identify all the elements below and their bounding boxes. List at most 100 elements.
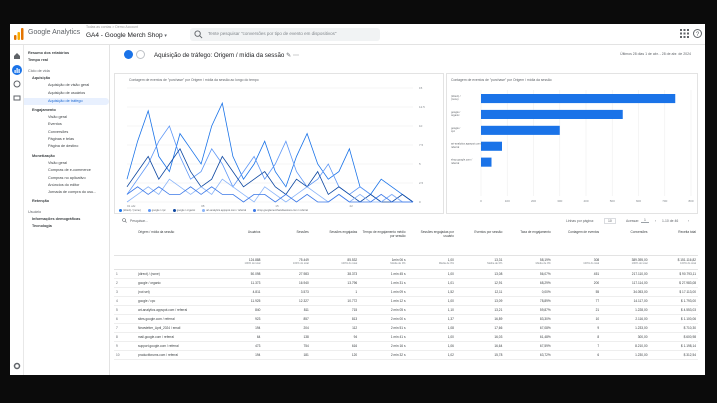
sidebar-item[interactable]: Compras no aplicativo — [48, 176, 86, 181]
dimension-cell[interactable]: productforums.com / referral — [136, 350, 214, 360]
help-icon[interactable]: ? — [693, 29, 702, 38]
sidebar-item[interactable]: Aquisição de usuários — [48, 91, 85, 96]
metric-cell: 616 — [310, 341, 360, 351]
table-row[interactable]: 3 (not set) 4.811 3.573 1 1 min 09 s 1,52 12,11… — [114, 287, 698, 297]
dimension-header[interactable]: Origem / mídia da sessão — [136, 229, 214, 256]
sidebar-item[interactable]: Jornada de compra do usu... — [48, 190, 96, 195]
dimension-cell[interactable]: google / cpc — [136, 296, 214, 306]
metric-cell: 1 min 12 s — [359, 296, 408, 306]
report-icon[interactable] — [124, 50, 133, 59]
metric-cell: 34.053,00 — [601, 287, 650, 297]
edit-icon[interactable]: ✎ ⋯ — [286, 52, 299, 59]
table-row[interactable]: 2 google / organic 11.373 16.940 13.796 1 min… — [114, 278, 698, 288]
metric-cell: 13,08 — [455, 269, 505, 279]
table-row[interactable]: 6 sites.google.com / referral 923 857 813 2 m… — [114, 314, 698, 324]
dimension-cell[interactable]: Newsletter_April_2024 / email — [136, 323, 214, 333]
sidebar-item[interactable]: Visão geral — [48, 161, 67, 166]
settings-gear-icon[interactable] — [12, 361, 22, 371]
prev-page-icon[interactable]: ‹ — [655, 219, 656, 223]
bar-category-label: art-analytics.appspot.com / referral — [451, 142, 482, 149]
rows-per-page-select[interactable]: 10 — [604, 218, 616, 224]
total-cell: 75.449 100% do total — [262, 255, 311, 270]
sidebar-item[interactable]: Visão geral — [48, 115, 67, 120]
table-row[interactable]: 8 mail.google.com / referral 64 138 94 1 min … — [114, 332, 698, 342]
column-header[interactable]: Contagem de eventos — [552, 229, 602, 256]
metric-cell: 754 — [262, 341, 311, 351]
column-header[interactable]: Sessões engajadas por usuário — [407, 229, 456, 256]
dimension-cell[interactable]: (not set) — [136, 287, 214, 297]
row-index: 1 — [114, 269, 136, 279]
sidebar-item[interactable]: Retenção — [32, 199, 49, 204]
legend-item[interactable]: google / organic — [172, 209, 195, 212]
sidebar-item[interactable]: Anúncios do editor — [48, 183, 79, 188]
sidebar-item[interactable]: Usuário — [28, 210, 41, 215]
table-row[interactable]: 1 (direct) / (none) 50.098 27.983 38.373 1 mi… — [114, 269, 698, 279]
column-header[interactable]: Eventos por sessão — [455, 229, 505, 256]
sidebar: Resumo dos relatórios Tempo real Ciclo de … — [24, 45, 110, 375]
sidebar-item[interactable]: Informações demográficas — [32, 217, 80, 222]
sidebar-item[interactable]: Página de destino — [48, 144, 78, 149]
metric-cell: 11.373 — [214, 278, 263, 288]
column-header[interactable]: Conversões — [601, 229, 650, 256]
column-header[interactable]: Receita total — [649, 229, 698, 256]
dimension-cell[interactable]: support.google.com / referral — [136, 341, 214, 351]
column-header[interactable]: Sessões — [262, 229, 311, 256]
dimension-cell[interactable]: google / organic — [136, 278, 214, 288]
legend-item[interactable]: (direct) / (none) — [119, 209, 141, 212]
table-row[interactable]: 10 productforums.com / referral 194 181 120 2… — [114, 350, 698, 360]
home-icon[interactable] — [12, 51, 22, 61]
metric-cell: 63,72% — [504, 350, 553, 360]
legend-item[interactable]: shop.googlemerchandisestore.com / referr… — [253, 209, 308, 212]
sidebar-item[interactable]: Resumo dos relatórios — [28, 51, 69, 56]
table-search-input[interactable]: Pesquisar... — [130, 219, 148, 223]
legend-item[interactable]: art-analytics.appspot.com / referral — [202, 209, 246, 212]
metric-cell: 59,87% — [504, 305, 553, 315]
metric-cell: 56,07% — [504, 269, 553, 279]
column-header[interactable]: Sessões engajadas — [310, 229, 360, 256]
sidebar-item[interactable]: Aquisição — [32, 76, 50, 81]
table-row[interactable]: 4 google / cpc 11.925 12.327 10.772 1 min 12 … — [114, 296, 698, 306]
advertising-icon[interactable] — [12, 93, 22, 103]
property-selector[interactable]: GA4 - Google Merch Shop ▾ — [86, 32, 167, 39]
bar-chart[interactable]: 0 100 200 300 400 500 600 700 800 (direct) / (none… — [447, 74, 699, 215]
next-page-icon[interactable]: › — [688, 219, 689, 223]
sidebar-item[interactable]: Eventos — [48, 122, 62, 127]
table-row[interactable]: 5 art-analytics.appspot.com / referral 840… — [114, 305, 698, 315]
sidebar-item[interactable]: Monetização — [32, 154, 55, 159]
total-cell: 308 100% do total — [552, 255, 602, 270]
metric-cell: 16,89 — [455, 314, 505, 324]
sidebar-item[interactable]: Páginas e telas — [48, 137, 74, 142]
legend-item[interactable]: google / cpc — [147, 209, 166, 212]
table-row[interactable]: 9 support.google.com / referral 473 754 616 2… — [114, 341, 698, 351]
goto-input[interactable]: 1 — [641, 218, 649, 223]
dimension-cell[interactable]: mail.google.com / referral — [136, 332, 214, 342]
search-input[interactable]: Tente pesquisar "conversões por tipo de … — [190, 28, 380, 41]
metric-cell: 8 — [552, 332, 602, 342]
line-chart[interactable]: 0 2.5 5 7.5 10 12.5 15 01 abr. 08 15 22 — [115, 74, 445, 215]
sidebar-item[interactable]: Engajamento — [32, 108, 56, 113]
column-header[interactable]: Tempo de engajamento médio por sessão — [359, 229, 408, 256]
sidebar-item[interactable]: Tempo real — [28, 58, 48, 63]
metric-cell: 194 — [214, 350, 263, 360]
date-range-picker[interactable]: Últimos 28 dias 1 de abr. - 28 de abr. d… — [620, 52, 691, 56]
column-header[interactable]: Usuários — [214, 229, 263, 256]
sidebar-item[interactable]: Tecnologia — [32, 224, 52, 229]
table-row[interactable]: 7 Newsletter_April_2024 / email 194 204 112 2… — [114, 323, 698, 333]
explore-icon[interactable] — [12, 79, 22, 89]
compare-icon[interactable] — [136, 50, 145, 59]
metric-cell: $ 4.553,03 — [649, 305, 698, 315]
column-header[interactable]: Taxa de engajamento — [504, 229, 553, 256]
apps-grid-icon[interactable] — [680, 29, 689, 38]
reports-icon[interactable] — [12, 65, 22, 75]
dimension-cell[interactable]: sites.google.com / referral — [136, 314, 214, 324]
account-breadcrumb[interactable]: Todas as contas > Demo Account — [86, 25, 138, 29]
sidebar-item[interactable]: Conversões — [48, 130, 68, 135]
sidebar-item[interactable]: Aquisição de tráfego — [24, 97, 109, 105]
sidebar-item[interactable]: Aquisição de visão geral — [48, 83, 89, 88]
dimension-cell[interactable]: art-analytics.appspot.com / referral — [136, 305, 214, 315]
y-tick-label: 2.5 — [419, 181, 424, 185]
analytics-logo-icon[interactable] — [14, 28, 24, 40]
sidebar-item[interactable]: Ciclo de vida — [28, 69, 50, 74]
dimension-cell[interactable]: (direct) / (none) — [136, 269, 214, 279]
sidebar-item[interactable]: Compras de e-commerce — [48, 168, 91, 173]
